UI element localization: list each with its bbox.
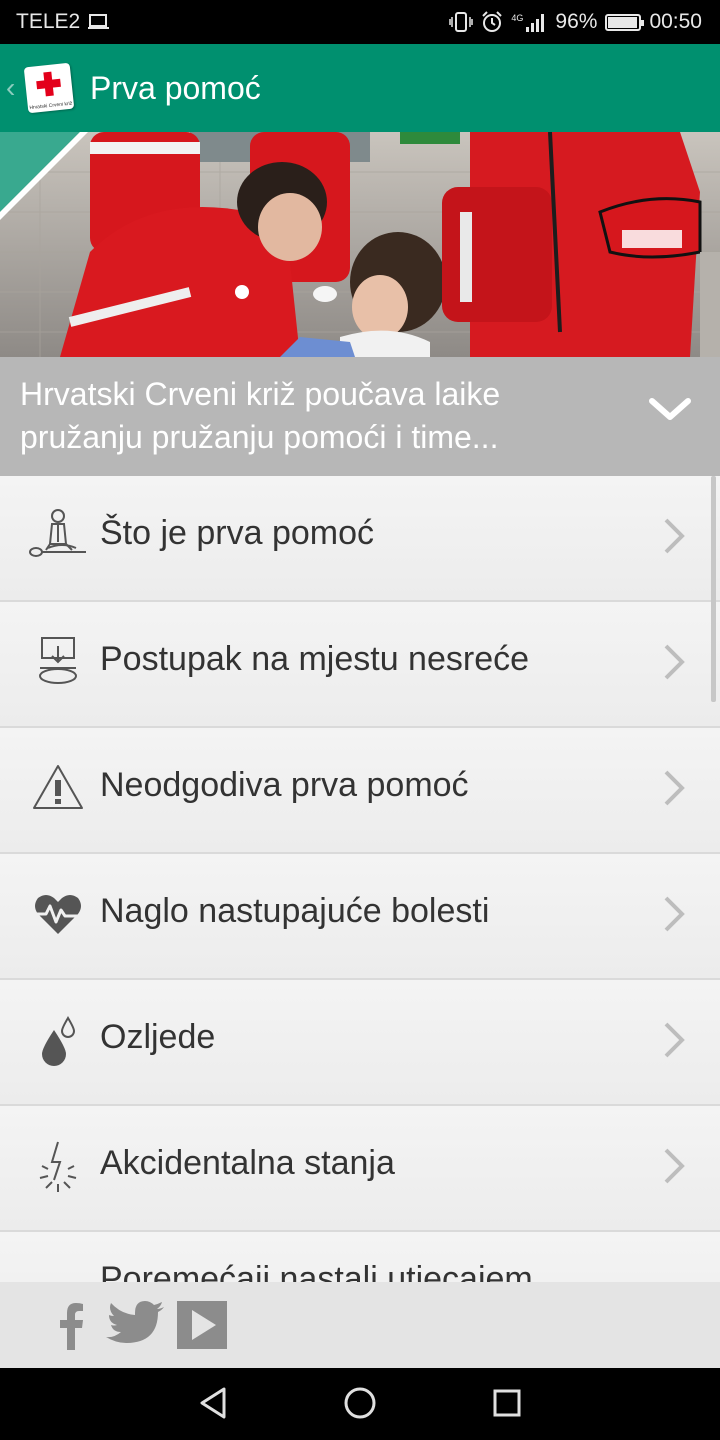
caption-bar[interactable]: Hrvatski Crveni križ poučava laike pruža… [0, 357, 720, 476]
chevron-right-icon [664, 1148, 685, 1184]
monitor-icon [88, 14, 110, 29]
menu-item-label: Naglo nastupajuće bolesti [100, 892, 490, 930]
network-type: 4G [511, 12, 524, 23]
warning-icon [33, 765, 83, 809]
back-chevron-icon[interactable]: ‹ [6, 72, 22, 104]
menu-item-postupak[interactable]: Postupak na mjestu nesreće [0, 602, 720, 728]
chevron-right-icon [664, 896, 685, 932]
menu-item-akcidentalna[interactable]: Akcidentalna stanja [0, 1106, 720, 1232]
back-icon[interactable] [198, 1386, 228, 1420]
menu-item-label: Što je prva pomoć [100, 514, 375, 552]
battery-percent: 96% [555, 10, 598, 33]
home-icon[interactable] [343, 1386, 377, 1420]
chevron-right-icon [664, 644, 685, 680]
menu-item-neodgodiva[interactable]: Neodgodiva prva pomoć [0, 728, 720, 854]
menu-item-label: Ozljede [100, 1018, 216, 1056]
signal-icon [526, 14, 545, 32]
nav-bar [0, 1368, 720, 1440]
carrier-label: TELE2 [16, 10, 81, 33]
logo-text: Hrvatski Crveni križ [29, 100, 73, 112]
caption-text: Hrvatski Crveni križ poučava laike pruža… [20, 376, 501, 455]
heart-pulse-icon [34, 895, 84, 934]
scrollbar[interactable] [711, 476, 716, 702]
social-bar [0, 1282, 720, 1368]
status-bar: TELE2 4G 96% 00:50 [0, 0, 720, 44]
battery-fill [608, 16, 638, 28]
alarm-icon [482, 11, 503, 32]
menu-item-label: Postupak na mjestu nesreće [100, 640, 530, 678]
menu-list: Što je prva pomoć Postupak na mjestu nes… [0, 476, 720, 1282]
battery-icon [605, 13, 645, 31]
menu-item-label: Poremećaji nastali utjecajem [100, 1260, 533, 1282]
lightning-icon [39, 1141, 77, 1192]
facebook-icon[interactable] [56, 1300, 86, 1350]
app-bar: ‹ Hrvatski Crveni križ Prva pomoć [0, 44, 720, 132]
red-cross-logo[interactable]: Hrvatski Crveni križ [23, 62, 75, 114]
menu-item-naglo[interactable]: Naglo nastupajuće bolesti [0, 854, 720, 980]
vibrate-icon [449, 12, 474, 32]
cpr-icon [29, 509, 86, 557]
menu-item-poremecaji[interactable]: Poremećaji nastali utjecajem [0, 1232, 720, 1282]
chevron-down-icon[interactable] [648, 395, 692, 423]
hero-image [0, 132, 720, 357]
menu-item-sto-je-prva-pomoc[interactable]: Što je prva pomoć [0, 476, 720, 602]
chevron-right-icon [664, 770, 685, 806]
menu-item-ozljede[interactable]: Ozljede [0, 980, 720, 1106]
chevron-right-icon [664, 1022, 685, 1058]
clock: 00:50 [649, 10, 702, 33]
menu-item-label: Neodgodiva prva pomoć [100, 766, 469, 804]
drops-icon [42, 1016, 76, 1066]
twitter-icon[interactable] [106, 1300, 166, 1350]
menu-item-label: Akcidentalna stanja [100, 1144, 395, 1182]
app-title: Prva pomoć [90, 69, 261, 106]
recents-icon[interactable] [492, 1386, 522, 1420]
youtube-icon[interactable] [176, 1300, 228, 1350]
scene-icon [39, 637, 77, 684]
chevron-right-icon [664, 518, 685, 554]
